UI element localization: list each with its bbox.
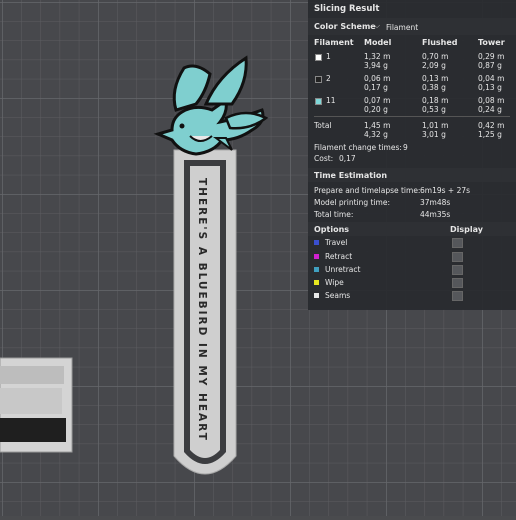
flushed-length: 0,18 m: [422, 96, 449, 105]
tower-length: 0,08 m: [478, 96, 505, 105]
model-length: 0,07 m: [364, 96, 391, 105]
total-model-length: 1,45 m: [364, 121, 391, 130]
time-value: 44m35s: [420, 210, 451, 219]
total-flushed-length: 1,01 m: [422, 121, 449, 130]
color-scheme-label: Color Scheme: [314, 22, 376, 31]
panel-title: Slicing Result: [314, 4, 380, 14]
display-toggle-unretract[interactable]: [452, 265, 463, 275]
option-label-unretract: Unretract: [325, 265, 361, 274]
flushed-weight: 2,09 g: [422, 61, 446, 70]
tower-weight: 0,24 g: [478, 105, 502, 114]
cost-label: Cost:: [314, 154, 334, 163]
display-toggle-seams[interactable]: [452, 291, 463, 301]
bookmark-text: THERE'S A BLUEBIRD IN MY HEART: [196, 178, 208, 442]
time-value: 6m19s + 27s: [420, 186, 471, 195]
time-label: Total time:: [314, 210, 354, 219]
travel-swatch: [314, 240, 319, 245]
total-model-weight: 4,32 g: [364, 130, 388, 139]
display-title: Display: [450, 225, 483, 234]
filament-swatch: [315, 54, 322, 61]
seams-swatch: [314, 293, 319, 298]
header-model: Model: [364, 38, 392, 47]
flushed-length: 0,13 m: [422, 74, 449, 83]
retract-swatch: [314, 254, 319, 259]
total-label: Total: [314, 121, 332, 130]
flushed-length: 0,70 m: [422, 52, 449, 61]
unretract-swatch: [314, 267, 319, 272]
tower-length: 0,04 m: [478, 74, 505, 83]
model-weight: 0,20 g: [364, 105, 388, 114]
model-weight: 0,17 g: [364, 83, 388, 92]
color-scheme-select[interactable]: Filament: [386, 23, 418, 32]
second-object[interactable]: [0, 357, 73, 453]
option-label-seams: Seams: [325, 291, 351, 300]
filament-id: 1: [326, 52, 331, 61]
display-toggle-wipe[interactable]: [452, 278, 463, 288]
header-flushed: Flushed: [422, 38, 458, 47]
divider: [314, 116, 510, 117]
filament-swatch: [315, 98, 322, 105]
options-title: Options: [314, 225, 350, 234]
time-label: Prepare and timelapse time:: [314, 186, 421, 195]
filament-change-value: 9: [403, 143, 408, 152]
time-estimation-title: Time Estimation: [314, 171, 388, 180]
filament-id: 11: [326, 96, 336, 105]
display-toggle-retract[interactable]: [452, 252, 463, 262]
header-filament: Filament: [314, 38, 354, 47]
total-flushed-weight: 3,01 g: [422, 130, 446, 139]
model-weight: 3,94 g: [364, 61, 388, 70]
time-value: 37m48s: [420, 198, 451, 207]
chevron-down-icon[interactable]: ⌵: [374, 21, 380, 31]
wipe-swatch: [314, 280, 319, 285]
color-scheme-row[interactable]: Color Scheme ⌵ Filament: [308, 18, 516, 35]
filament-swatch: [315, 76, 322, 83]
option-label-wipe: Wipe: [325, 278, 344, 287]
slicing-result-panel: Slicing Result Color Scheme ⌵ Filament F…: [308, 0, 516, 310]
cost-value: 0,17: [339, 154, 356, 163]
model-length: 1,32 m: [364, 52, 391, 61]
option-label-retract: Retract: [325, 252, 353, 261]
options-header: Options Display: [308, 222, 516, 236]
filament-id: 2: [326, 74, 331, 83]
time-estimation-header: Time Estimation: [308, 168, 516, 182]
option-label-travel: Travel: [325, 238, 348, 247]
time-label: Model printing time:: [314, 198, 390, 207]
flushed-weight: 0,38 g: [422, 83, 446, 92]
filament-change-label: Filament change times:: [314, 143, 402, 152]
header-tower: Tower: [478, 38, 505, 47]
tower-weight: 0,87 g: [478, 61, 502, 70]
model-length: 0,06 m: [364, 74, 391, 83]
display-toggle-travel[interactable]: [452, 238, 463, 248]
tower-weight: 0,13 g: [478, 83, 502, 92]
total-tower-weight: 1,25 g: [478, 130, 502, 139]
total-tower-length: 0,42 m: [478, 121, 505, 130]
tower-length: 0,29 m: [478, 52, 505, 61]
flushed-weight: 0,53 g: [422, 105, 446, 114]
